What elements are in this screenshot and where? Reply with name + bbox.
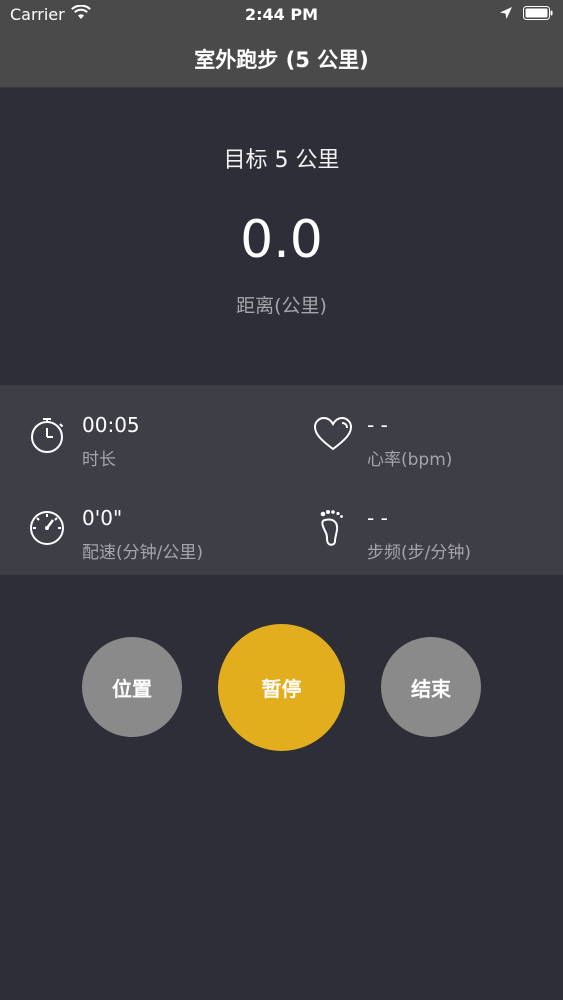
- stat-heart-rate: - - 心率(bpm): [313, 413, 563, 485]
- footprint-icon: [313, 508, 353, 548]
- battery-icon: [523, 5, 553, 24]
- heart-icon: [313, 415, 353, 455]
- speedometer-icon: [28, 508, 68, 548]
- nav-bar: 室外跑步 (5 公里): [0, 30, 563, 88]
- heart-rate-value: - -: [367, 413, 388, 437]
- distance-label: 距离(公里): [236, 295, 327, 317]
- end-button[interactable]: 结束: [381, 637, 481, 737]
- status-time: 2:44 PM: [244, 5, 318, 24]
- cadence-value: - -: [367, 506, 388, 530]
- status-right: [499, 5, 553, 24]
- cadence-label: 步频(步/分钟): [367, 543, 471, 563]
- stopwatch-icon: [28, 415, 68, 455]
- location-arrow-icon: [499, 5, 513, 24]
- stats-panel: 00:05 时长 - - 心率(bpm) 0'0" 配速(分钟/公里) - - …: [0, 385, 563, 575]
- stat-pace: 0'0" 配速(分钟/公里): [28, 506, 288, 578]
- pace-value: 0'0": [82, 506, 123, 530]
- heart-rate-label: 心率(bpm): [367, 450, 453, 470]
- stat-duration: 00:05 时长: [28, 413, 288, 485]
- stat-cadence: - - 步频(步/分钟): [313, 506, 563, 578]
- goal-text: 目标 5 公里: [223, 148, 340, 173]
- nav-title: 室外跑步 (5 公里): [194, 48, 369, 72]
- pause-button[interactable]: 暂停: [218, 624, 345, 751]
- duration-label: 时长: [82, 450, 116, 470]
- location-button[interactable]: 位置: [82, 637, 182, 737]
- duration-value: 00:05: [82, 413, 140, 437]
- status-bar: Carrier 2:44 PM: [0, 0, 563, 30]
- distance-value: 0.0: [240, 210, 323, 270]
- pace-label: 配速(分钟/公里): [82, 543, 203, 563]
- running-screen: Carrier 2:44 PM 室外跑步 (5 公里) 目标 5 公里 0.0 …: [0, 0, 563, 1000]
